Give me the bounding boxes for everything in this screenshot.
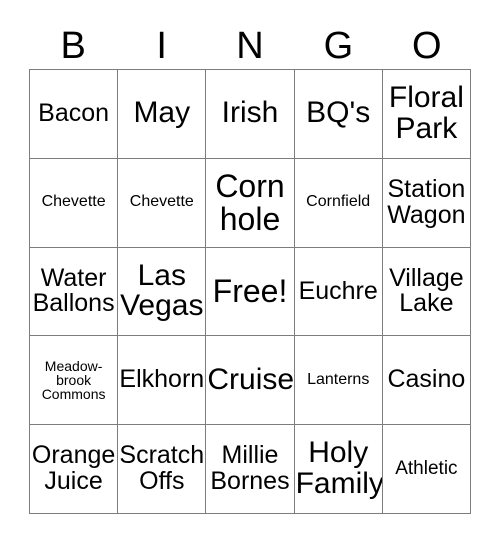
bingo-cell-r2c5[interactable]: Station Wagon [382,158,471,248]
bingo-cell-label: Las Vegas [120,258,204,323]
bingo-cell-label: Water Ballons [32,263,115,318]
bingo-cell-r4c3[interactable]: Cruise [206,336,295,426]
bingo-cell-label: Floral Park [388,81,464,145]
bingo-cell-r2c2[interactable]: Chevette [118,158,207,248]
bingo-grid: Bacon May Irish BQ's Floral Park Chevett… [29,69,471,514]
bingo-cell-r5c3[interactable]: Millie Bornes [206,425,295,514]
bingo-cell-r4c4[interactable]: Lanterns [294,336,383,426]
bingo-cell-label: Corn hole [215,167,285,237]
bingo-cell-r2c1[interactable]: Chevette [30,158,119,248]
bingo-cell-r3c1[interactable]: Water Ballons [30,247,119,337]
bingo-cell-free-space[interactable]: Free! [206,247,295,337]
header-letter-i: I [156,24,167,67]
bingo-cell-r5c2[interactable]: Scratch Offs [118,425,207,514]
bingo-cell-label: Euchre [298,276,378,305]
bingo-cell-r2c3[interactable]: Corn hole [206,158,295,248]
header-letter-o: O [412,24,442,67]
bingo-cell-label: Athletic [395,458,458,480]
bingo-cell-r1c5[interactable]: Floral Park [382,70,471,159]
bingo-cell-label: Irish [221,96,279,130]
bingo-cell-label: May [133,96,191,130]
bingo-cell-r1c3[interactable]: Irish [206,70,295,159]
header-letter-b: B [60,24,86,67]
header-letter-g: G [323,24,354,67]
header-letter-n: N [236,24,264,67]
bingo-cell-label: Orange Juice [31,441,116,496]
bingo-cell-label: Free! [212,273,288,310]
bingo-cell-r5c1[interactable]: Orange Juice [30,425,119,514]
bingo-cell-r3c4[interactable]: Euchre [294,247,383,337]
bingo-cell-label: Cornfield [306,193,371,211]
bingo-cell-r1c2[interactable]: May [118,70,207,159]
bingo-cell-r1c1[interactable]: Bacon [30,70,119,159]
bingo-cell-r1c4[interactable]: BQ's [294,70,383,159]
bingo-cell-label: Chevette [41,193,106,211]
bingo-cell-r4c5[interactable]: Casino [382,336,471,426]
bingo-cell-label: Meadow- brook Commons [41,357,106,403]
bingo-cell-r5c4[interactable]: Holy Family [294,425,383,514]
bingo-cell-label: Station Wagon [387,174,466,229]
bingo-cell-r4c2[interactable]: Elkhorn [118,336,207,426]
bingo-cell-label: Millie Bornes [210,441,290,496]
bingo-cell-label: Chevette [129,193,194,211]
bingo-cell-label: Casino [387,365,466,394]
bingo-header-row: B I N G O [29,22,471,69]
bingo-cell-label: Elkhorn [119,365,205,394]
bingo-cell-label: Bacon [38,99,110,128]
bingo-cell-label: Lanterns [307,371,370,389]
bingo-cell-label: Holy Family [295,436,383,501]
bingo-cell-label: Village Lake [389,263,464,318]
bingo-cell-r4c1[interactable]: Meadow- brook Commons [30,336,119,426]
bingo-cell-label: Scratch Offs [119,441,205,496]
bingo-cell-r5c5[interactable]: Athletic [382,425,471,514]
bingo-cell-r2c4[interactable]: Cornfield [294,158,383,248]
bingo-cell-r3c2[interactable]: Las Vegas [118,247,207,337]
bingo-cell-r3c5[interactable]: Village Lake [382,247,471,337]
bingo-cell-label: Cruise [207,362,295,396]
bingo-cell-label: BQ's [306,96,371,130]
bingo-card: B I N G O Bacon May Irish BQ's Floral Pa… [0,0,500,544]
